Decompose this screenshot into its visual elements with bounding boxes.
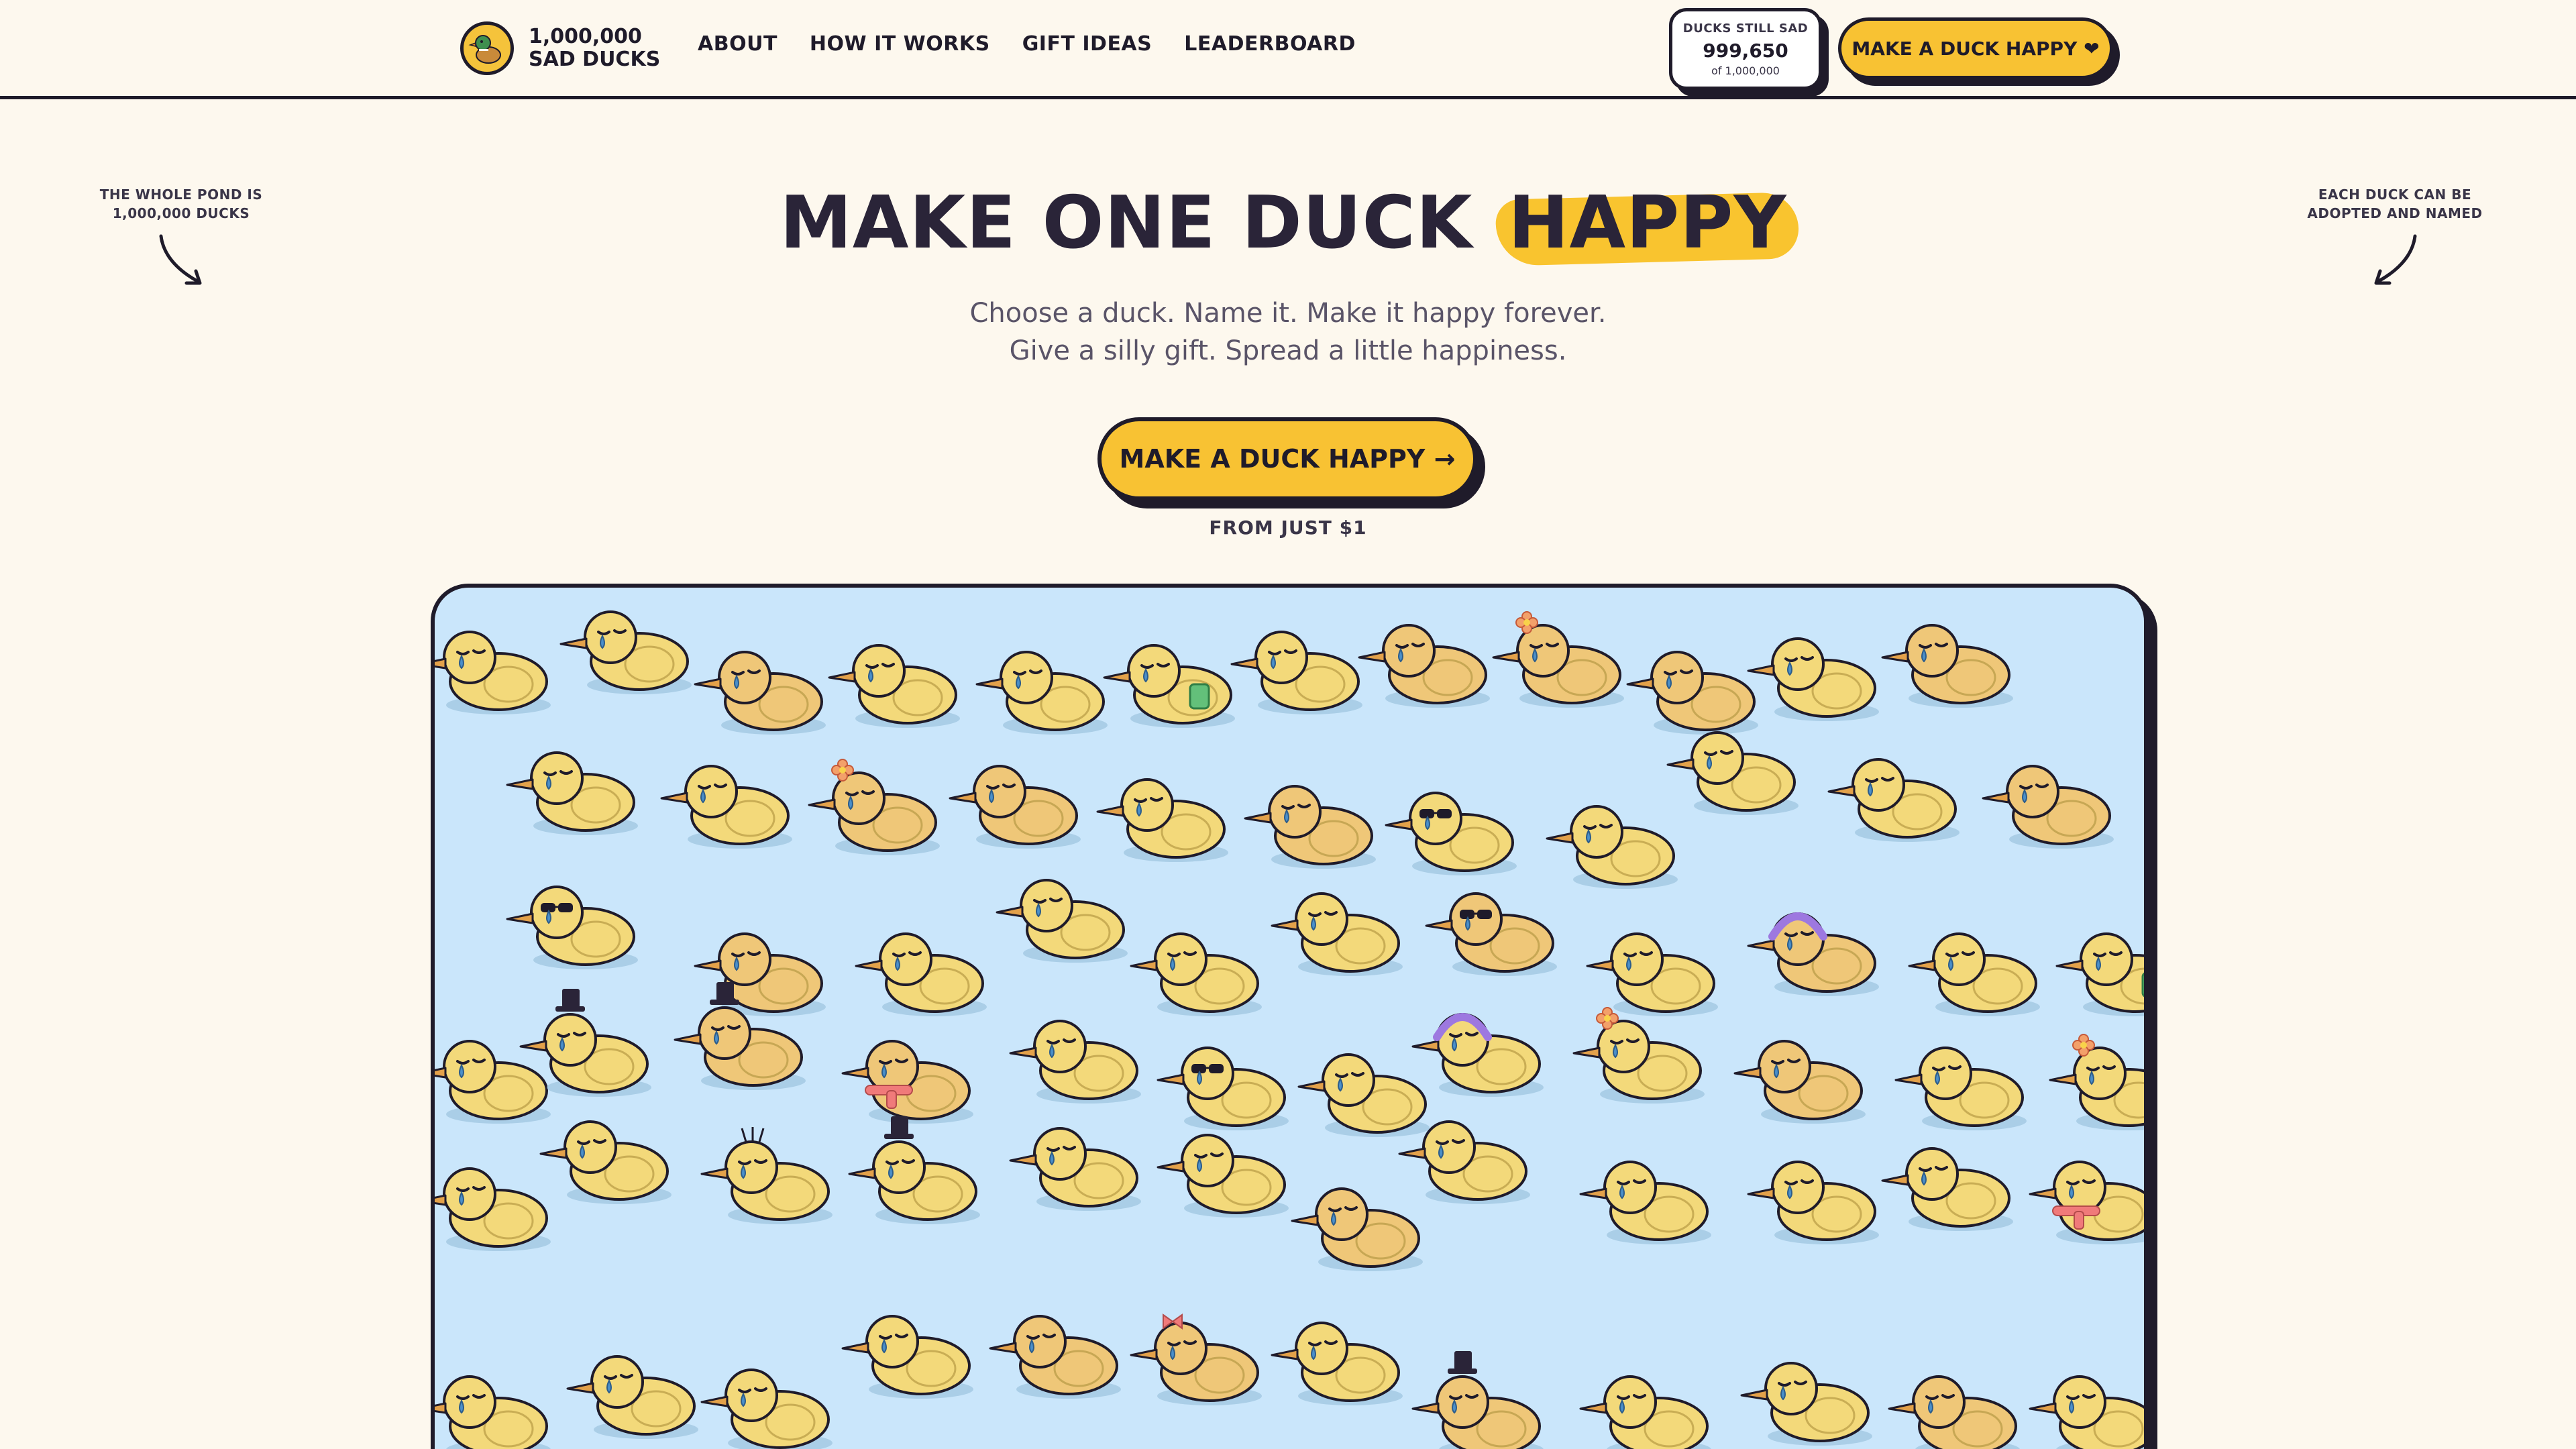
sad-duck[interactable] bbox=[1546, 805, 1678, 889]
sad-duck[interactable] bbox=[566, 1355, 698, 1439]
nav-leaderboard[interactable]: LEADERBOARD bbox=[1184, 32, 1356, 56]
sad-duck[interactable] bbox=[700, 1368, 833, 1449]
sad-duck[interactable] bbox=[841, 1040, 973, 1124]
sad-duck[interactable] bbox=[539, 1120, 672, 1204]
sad-duck[interactable] bbox=[2029, 1161, 2148, 1244]
sad-duck[interactable] bbox=[1586, 932, 1718, 1016]
sad-duck[interactable] bbox=[694, 651, 826, 735]
logo-line-2: SAD DUCKS bbox=[529, 48, 661, 71]
sad-duck[interactable] bbox=[1291, 1187, 1423, 1271]
sad-duck[interactable] bbox=[506, 751, 638, 835]
sad-duck[interactable] bbox=[848, 1116, 980, 1224]
sad-duck[interactable] bbox=[841, 1315, 973, 1399]
hero-title-highlight: HAPPY bbox=[1499, 181, 1796, 265]
sad-duck[interactable] bbox=[1747, 637, 1879, 721]
counter-value: 999,650 bbox=[1703, 39, 1788, 62]
sad-duck[interactable] bbox=[1579, 1161, 1711, 1244]
sad-duck[interactable] bbox=[1230, 631, 1362, 714]
nav-about[interactable]: ABOUT bbox=[698, 32, 777, 56]
logo-text: 1,000,000 SAD DUCKS bbox=[529, 25, 660, 71]
sad-duck[interactable] bbox=[1297, 1053, 1430, 1137]
sad-duck[interactable] bbox=[435, 631, 551, 714]
sad-duck[interactable] bbox=[435, 1167, 551, 1251]
sad-duck[interactable] bbox=[1358, 624, 1490, 708]
sad-duck[interactable] bbox=[996, 879, 1128, 963]
hero-subtitle-1: Choose a duck. Name it. Make it happy fo… bbox=[969, 298, 1607, 329]
sad-duck[interactable] bbox=[435, 1040, 551, 1124]
sad-duck[interactable] bbox=[1009, 1127, 1141, 1211]
sad-duck[interactable] bbox=[2029, 1375, 2148, 1449]
sad-duck[interactable] bbox=[1157, 1134, 1289, 1218]
sad-duck[interactable] bbox=[1881, 624, 2013, 708]
sad-duck[interactable] bbox=[1398, 1120, 1530, 1204]
nav-how-it-works[interactable]: HOW IT WORKS bbox=[810, 32, 990, 56]
sad-duck[interactable] bbox=[1908, 932, 2040, 1016]
duck-logo-icon bbox=[460, 21, 514, 75]
sad-duck[interactable] bbox=[1747, 912, 1879, 996]
hero-title-highlight-text: HAPPY bbox=[1508, 181, 1787, 265]
counter-total: of 1,000,000 bbox=[1711, 64, 1780, 77]
sad-duck[interactable] bbox=[855, 932, 987, 1016]
price-note: FROM JUST $1 bbox=[1209, 517, 1367, 539]
sad-duck[interactable] bbox=[1244, 785, 1376, 869]
sad-duck[interactable] bbox=[1492, 611, 1624, 708]
sad-duck[interactable] bbox=[1130, 932, 1262, 1016]
sad-duck[interactable] bbox=[1733, 1040, 1866, 1124]
sad-duck[interactable] bbox=[1747, 1161, 1879, 1244]
sad-duck[interactable] bbox=[1096, 778, 1228, 862]
sad-duck-counter: DUCKS STILL SAD 999,650 of 1,000,000 bbox=[1669, 8, 1822, 90]
sad-duck[interactable] bbox=[700, 1127, 833, 1224]
sad-duck[interactable] bbox=[828, 644, 960, 728]
logo[interactable]: 1,000,000 SAD DUCKS bbox=[460, 20, 660, 76]
pond-canvas[interactable] bbox=[435, 588, 2148, 1449]
nav-gift-ideas[interactable]: GIFT IDEAS bbox=[1022, 32, 1152, 56]
sad-duck[interactable] bbox=[1157, 1046, 1289, 1130]
sad-duck[interactable] bbox=[1009, 1020, 1141, 1104]
hero-subtitle-2: Give a silly gift. Spread a little happi… bbox=[1009, 335, 1567, 366]
site-header: 1,000,000 SAD DUCKS ABOUT HOW IT WORKS G… bbox=[0, 0, 2576, 99]
sad-duck[interactable] bbox=[506, 885, 638, 969]
sad-duck[interactable] bbox=[808, 759, 940, 855]
sad-duck[interactable] bbox=[559, 610, 692, 694]
header-make-duck-happy-button[interactable]: MAKE A DUCK HAPPY ❤ bbox=[1838, 17, 2113, 79]
sad-duck[interactable] bbox=[435, 1375, 551, 1449]
sad-duck[interactable] bbox=[1740, 1362, 1872, 1446]
sad-duck[interactable] bbox=[1411, 1013, 1544, 1097]
sad-duck[interactable] bbox=[2049, 1034, 2148, 1130]
hero-title: MAKE ONE DUCK HAPPY bbox=[0, 181, 2576, 265]
sad-duck[interactable] bbox=[1982, 765, 2114, 849]
sad-duck[interactable] bbox=[1385, 792, 1517, 875]
logo-line-1: 1,000,000 bbox=[529, 25, 642, 48]
sad-duck[interactable] bbox=[1271, 892, 1403, 976]
sad-duck[interactable] bbox=[1271, 1322, 1403, 1405]
hero-make-duck-happy-button[interactable]: MAKE A DUCK HAPPY → bbox=[1097, 417, 1477, 500]
sad-duck[interactable] bbox=[1888, 1375, 2020, 1449]
sad-duck[interactable] bbox=[1411, 1351, 1544, 1449]
counter-label: DUCKS STILL SAD bbox=[1682, 21, 1809, 36]
sad-duck[interactable] bbox=[1666, 731, 1799, 815]
sad-duck[interactable] bbox=[1572, 1007, 1705, 1104]
main-nav: ABOUT HOW IT WORKS GIFT IDEAS LEADERBOAR… bbox=[698, 32, 1356, 56]
sad-duck[interactable] bbox=[1626, 651, 1758, 735]
sad-duck[interactable] bbox=[1894, 1046, 2027, 1130]
hero-title-main: MAKE ONE DUCK bbox=[780, 181, 1473, 265]
sad-duck[interactable] bbox=[949, 765, 1081, 849]
duck-pond[interactable] bbox=[431, 584, 2148, 1449]
sad-duck[interactable] bbox=[1130, 1313, 1262, 1405]
sad-duck[interactable] bbox=[975, 651, 1108, 735]
sad-duck[interactable] bbox=[1579, 1375, 1711, 1449]
sad-duck[interactable] bbox=[989, 1315, 1121, 1399]
sad-duck[interactable] bbox=[660, 765, 792, 849]
sad-duck[interactable] bbox=[1425, 892, 1557, 976]
sad-duck[interactable] bbox=[1881, 1147, 2013, 1231]
sad-duck[interactable] bbox=[1827, 758, 1960, 842]
sad-duck[interactable] bbox=[1103, 644, 1235, 728]
sad-duck[interactable] bbox=[2055, 932, 2148, 1016]
